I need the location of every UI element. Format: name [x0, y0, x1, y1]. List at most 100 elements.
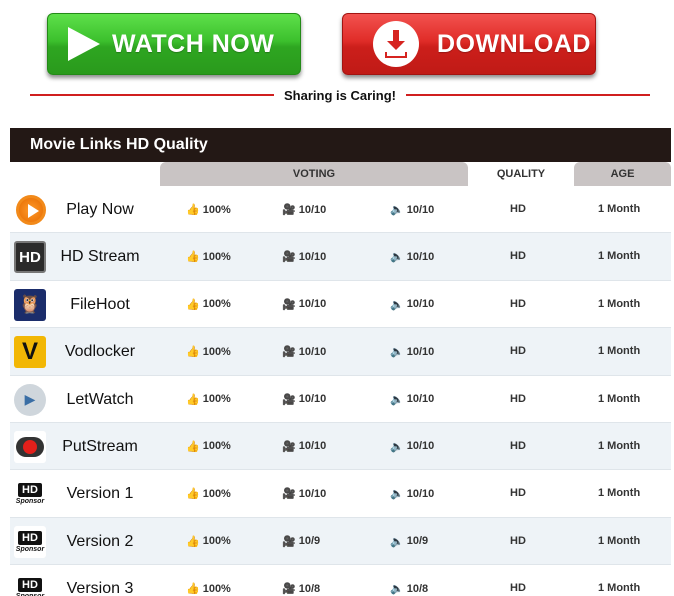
audio-cell: 🔈 10/10 [390, 345, 435, 359]
speaker-icon: 🔈 [390, 488, 404, 501]
quality-cell: HD [510, 203, 526, 215]
divider-line-right [405, 94, 650, 96]
video-camera-icon: 🎥 [282, 393, 296, 406]
thumbs-up-icon: 👍 [186, 535, 200, 548]
host-name-link[interactable]: Vodlocker [50, 343, 150, 361]
panel-title: Movie Links HD Quality [10, 128, 671, 162]
video-camera-icon: 🎥 [282, 251, 296, 264]
quality-cell: HD [510, 345, 526, 358]
tv-play-icon[interactable]: ▶ [14, 383, 46, 416]
speaker-icon: 🔈 [390, 251, 404, 264]
table-row[interactable]: ▶ LetWatch 👍 100% 🎥 10/10 🔈 10/10 HD 1 Month [10, 375, 671, 423]
thumbs-up-icon: 👍 [186, 583, 200, 596]
orange-play-icon[interactable] [16, 195, 46, 225]
host-name-link[interactable]: LetWatch [50, 391, 150, 409]
host-name-link[interactable]: Version 1 [50, 485, 150, 503]
audio-cell: 🔈 10/10 [390, 440, 435, 453]
table-row[interactable]: V Vodlocker 👍 100% 🎥 10/10 🔈 10/10 HD 1 Month [10, 328, 671, 376]
sharing-divider: Sharing is Caring! [30, 86, 650, 104]
table-row[interactable]: HD Sponsor Version 1 👍 100% 🎥 10/10 🔈 10/10 HD 1 M… [10, 470, 671, 518]
divider-line-left [30, 94, 275, 96]
quality-cell: HD [510, 534, 526, 547]
video-cell: 🎥 10/10 [282, 203, 327, 217]
age-cell: 1 Month [598, 439, 641, 452]
putstream-icon[interactable] [14, 430, 46, 463]
owl-icon[interactable]: 🦉 [14, 288, 46, 321]
download-label: DOWNLOAD [437, 29, 591, 58]
table-row[interactable]: HDSponsorVersion 3 👍100% 🎥10/8 🔈10/8 HD 1 Mon… [10, 565, 671, 596]
audio-cell: 🔈 10/10 [390, 393, 435, 406]
like-cell: 👍 100% [186, 203, 231, 217]
video-cell: 🎥 10/10 [282, 440, 327, 453]
like-cell: 👍 100% [186, 393, 231, 406]
host-name-link[interactable]: HD Stream [50, 248, 150, 266]
thumbs-up-icon: 👍 [186, 298, 200, 311]
quality-cell: HD [510, 297, 526, 310]
like-cell: 👍 100% [186, 487, 231, 501]
watch-now-button[interactable]: WATCH NOW [47, 13, 301, 75]
download-icon [373, 21, 419, 67]
host-name-link[interactable]: Version 3 [50, 580, 150, 596]
table-row[interactable]: Play Now 👍 100% 🎥 10/10 🔈 10/10 HD 1 Month [10, 186, 671, 234]
age-cell: 1 Month [598, 487, 641, 500]
watch-now-label: WATCH NOW [112, 29, 275, 58]
quality-header: QUALITY [468, 162, 574, 186]
age-cell: 1 Month [598, 345, 641, 358]
video-camera-icon: 🎥 [282, 488, 296, 501]
v-letter-icon[interactable]: V [14, 336, 46, 369]
audio-cell: 🔈 10/10 [390, 250, 435, 264]
table-row[interactable]: HD Sponsor Version 2 👍 100% 🎥 10/9 🔈 10/9 HD 1 Mon… [10, 517, 671, 566]
age-cell: 1 Month [598, 582, 641, 595]
quality-cell: HD [510, 487, 526, 500]
age-cell: 1 Month [598, 250, 641, 263]
like-cell: 👍 100% [186, 582, 231, 596]
table-row[interactable]: 🦉 FileHoot 👍 100% 🎥 10/10 🔈 10/10 HD 1 Month [10, 280, 671, 329]
video-camera-icon: 🎥 [282, 204, 296, 216]
speaker-icon: 🔈 [390, 204, 404, 216]
quality-cell: HD [510, 250, 526, 263]
video-cell: 🎥 10/10 [282, 487, 327, 501]
hd-sponsor-icon[interactable]: HDSponsor [14, 573, 46, 596]
video-camera-icon: 🎥 [282, 298, 296, 311]
speaker-icon: 🔈 [390, 393, 404, 406]
audio-cell: 🔈 10/10 [390, 487, 435, 501]
host-name-link[interactable]: Play Now [50, 201, 150, 219]
speaker-icon: 🔈 [390, 346, 404, 359]
video-cell: 🎥 10/10 [282, 250, 327, 264]
download-button[interactable]: DOWNLOAD [342, 13, 596, 75]
table-row[interactable]: PutStream 👍 100% 🎥 10/10 🔈 10/10 HD 1 Month [10, 422, 671, 471]
hd-stream-icon[interactable]: HD [14, 241, 46, 274]
speaker-icon: 🔈 [390, 298, 404, 311]
video-cell: 🎥 10/10 [282, 298, 327, 311]
age-cell: 1 Month [598, 534, 641, 547]
like-cell: 👍 100% [186, 440, 231, 453]
hd-sponsor-icon[interactable]: HDSponsor [14, 525, 46, 558]
host-name-link[interactable]: FileHoot [50, 296, 150, 314]
sharing-text: Sharing is Caring! [284, 87, 396, 103]
thumbs-up-icon: 👍 [186, 251, 200, 264]
age-cell: 1 Month [598, 392, 641, 405]
like-cell: 👍 100% [186, 250, 231, 264]
audio-cell: 🔈 10/10 [390, 203, 435, 217]
audio-cell: 🔈 10/10 [390, 298, 435, 311]
video-cell: 🎥 10/10 [282, 345, 327, 359]
audio-cell: 🔈 10/8 [390, 582, 429, 596]
speaker-icon: 🔈 [390, 535, 404, 548]
like-cell: 👍 100% [186, 535, 231, 548]
links-table: Play Now 👍 100% 🎥 10/10 🔈 10/10 HD 1 Month HD HD S… [10, 186, 671, 596]
hd-sponsor-icon[interactable]: HDSponsor [14, 478, 46, 511]
table-row[interactable]: HD HD Stream 👍 100% 🎥 10/10 🔈 10/10 HD 1 Month [10, 233, 671, 281]
host-name-link[interactable]: Version 2 [50, 533, 150, 551]
video-cell: 🎥 10/9 [282, 535, 321, 548]
video-camera-icon: 🎥 [282, 346, 296, 359]
speaker-icon: 🔈 [390, 440, 404, 453]
speaker-icon: 🔈 [390, 583, 404, 596]
thumbs-up-icon: 👍 [186, 440, 200, 453]
like-cell: 👍 100% [186, 298, 231, 311]
voting-header: VOTING [160, 162, 468, 186]
age-header: AGE [574, 162, 671, 186]
like-cell: 👍 100% [186, 345, 231, 359]
play-icon [68, 27, 100, 61]
host-name-link[interactable]: PutStream [50, 438, 150, 456]
column-headers: VOTING QUALITY AGE [10, 162, 671, 186]
